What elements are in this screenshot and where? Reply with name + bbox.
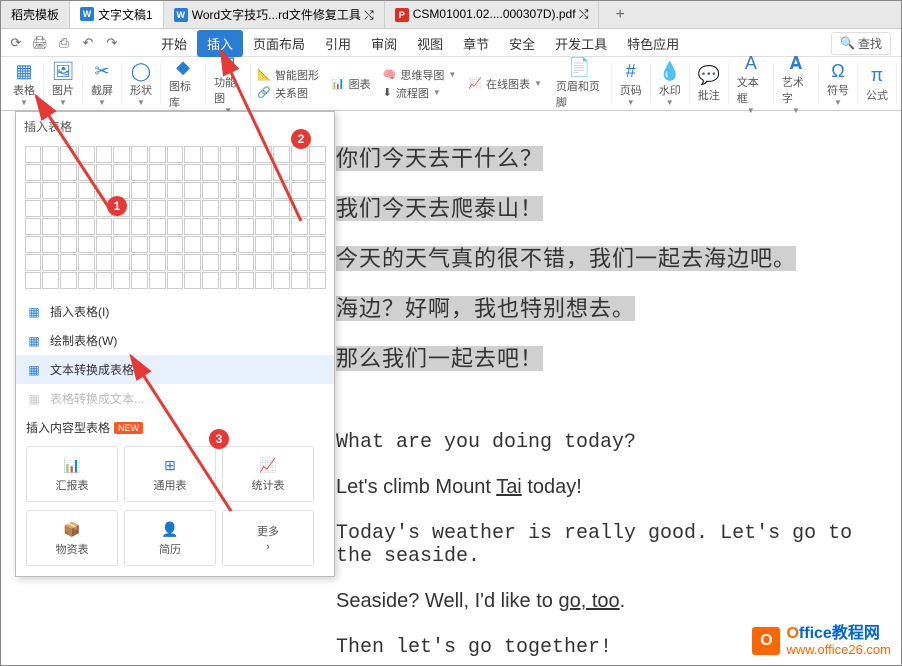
menu-insert[interactable]: 插入 <box>197 30 243 57</box>
table-grid-picker[interactable] <box>16 141 334 297</box>
menu-view[interactable]: 视图 <box>407 30 453 57</box>
stats-icon: 📈 <box>258 455 278 475</box>
card-supplies[interactable]: 📦物资表 <box>26 510 118 566</box>
doc-en-line3: Today's weather is really good. Let's go… <box>336 522 891 568</box>
picture-icon: 🖼 <box>52 61 74 82</box>
ribbon-effects[interactable]: ⊞功能图▼ <box>206 63 251 104</box>
shell-template-tab[interactable]: 稻壳模板 <box>1 1 70 28</box>
menu-special[interactable]: 特色应用 <box>617 30 689 57</box>
doc-zh-line5: 那么我们一起去吧！ <box>336 346 543 371</box>
tab-label: Word文字技巧...rd文件修复工具 ⤭ <box>192 6 374 23</box>
tab-doc1[interactable]: W 文字文稿1 <box>70 1 164 28</box>
table-icon: ▦ <box>13 61 35 82</box>
ribbon-comment[interactable]: 💬批注 <box>690 63 729 104</box>
watermark-icon: 💧 <box>659 61 681 82</box>
tab-doc3[interactable]: P CSM01001.02....000307D).pdf ⤭ <box>385 1 600 28</box>
pdf-icon: P <box>395 8 409 22</box>
watermark-logo-icon: O <box>752 627 780 655</box>
table-to-text-icon: ▦ <box>26 391 42 407</box>
tab-doc2[interactable]: W Word文字技巧...rd文件修复工具 ⤭ <box>164 1 385 28</box>
menu-references[interactable]: 引用 <box>315 30 361 57</box>
ribbon-flowchart[interactable]: ⬇ 流程图 ▼ <box>383 85 457 101</box>
header-footer-icon: 📄 <box>568 57 590 78</box>
tab-label: 文字文稿1 <box>98 6 153 23</box>
text-to-table-item[interactable]: ▦文本转换成表格... <box>16 355 334 384</box>
watermark-url: www.office26.com <box>786 643 891 657</box>
document-tabs: 稻壳模板 W 文字文稿1 W Word文字技巧...rd文件修复工具 ⤭ P C… <box>1 1 901 29</box>
word-icon: W <box>80 7 94 21</box>
annotation-badge-2: 2 <box>291 129 311 149</box>
table-dropdown: 插入表格 ▦插入表格(I) ▦绘制表格(W) ▦文本转换成表格... ▦表格转换… <box>15 111 335 577</box>
ribbon-table[interactable]: ▦表格 ▼ <box>5 63 44 104</box>
grid-icon: ⊞ <box>160 455 180 475</box>
doc-zh-line1: 你们今天去干什么？ <box>336 146 543 171</box>
ribbon-shapes[interactable]: ◯形状▼ <box>122 63 161 104</box>
formula-icon: π <box>866 65 888 87</box>
card-stats[interactable]: 📈统计表 <box>222 446 314 502</box>
word-icon: W <box>174 8 188 22</box>
ribbon-smart-shape[interactable]: 📐 智能图形 <box>257 67 319 83</box>
text-to-table-icon: ▦ <box>26 362 42 378</box>
report-icon: 📊 <box>62 455 82 475</box>
ribbon-chart[interactable]: 📊 图表 <box>331 76 371 92</box>
ribbon-icons[interactable]: ◆图标库 <box>161 63 206 104</box>
tab-label: CSM01001.02....000307D).pdf ⤭ <box>413 7 589 22</box>
comment-icon: 💬 <box>698 65 720 87</box>
card-general[interactable]: ⊞通用表 <box>124 446 216 502</box>
content-table-section: 插入内容型表格 NEW <box>16 413 334 442</box>
menu-start[interactable]: 开始 <box>151 30 197 57</box>
shapes-icon: ◯ <box>130 61 152 82</box>
card-resume[interactable]: 👤简历 <box>124 510 216 566</box>
doc-en-line1: What are you doing today? <box>336 431 891 454</box>
menu-devtools[interactable]: 开发工具 <box>545 30 617 57</box>
card-more[interactable]: 更多 › <box>222 510 314 566</box>
ribbon-header-footer[interactable]: 📄页眉和页脚 <box>548 63 612 104</box>
site-watermark: O Office教程网 www.office26.com <box>752 625 891 657</box>
icon-library-icon: ◆ <box>172 57 194 78</box>
menu-review[interactable]: 审阅 <box>361 30 407 57</box>
resume-icon: 👤 <box>160 519 180 539</box>
ribbon-page-number[interactable]: #页码▼ <box>612 63 651 104</box>
search-button[interactable]: 🔍 查找 <box>831 32 891 55</box>
draw-table-icon: ▦ <box>26 333 42 349</box>
ribbon-online-chart[interactable]: 📈 在线图表 ▼ <box>468 76 542 92</box>
ribbon-wordart[interactable]: 𝐀艺术字▼ <box>774 63 819 104</box>
doc-zh-line3: 今天的天气真的很不错，我们一起去海边吧。 <box>336 246 796 271</box>
card-report[interactable]: 📊汇报表 <box>26 446 118 502</box>
ribbon-picture[interactable]: 🖼图片▼ <box>44 63 83 104</box>
draw-table-item[interactable]: ▦绘制表格(W) <box>16 326 334 355</box>
chevron-right-icon: › <box>266 541 270 553</box>
annotation-badge-3: 3 <box>209 429 229 449</box>
insert-ribbon: ▦表格 ▼ 🖼图片▼ ✂截屏▼ ◯形状▼ ◆图标库 ⊞功能图▼ 📐 智能图形 🔗… <box>1 57 901 111</box>
menu-security[interactable]: 安全 <box>499 30 545 57</box>
insert-table-item[interactable]: ▦插入表格(I) <box>16 297 334 326</box>
new-tab-button[interactable]: + <box>599 2 640 28</box>
menu-page-layout[interactable]: 页面布局 <box>243 30 315 57</box>
new-badge: NEW <box>114 422 143 434</box>
ribbon-watermark[interactable]: 💧水印▼ <box>651 63 690 104</box>
ribbon-symbol[interactable]: Ω符号▼ <box>819 63 858 104</box>
ribbon-textbox[interactable]: A文本框▼ <box>729 63 774 104</box>
ribbon-formula[interactable]: π公式 <box>858 63 897 104</box>
screenshot-icon: ✂ <box>91 61 113 82</box>
ribbon-screenshot[interactable]: ✂截屏▼ <box>83 63 122 104</box>
ribbon-mindmap[interactable]: 🧠 思维导图 ▼ <box>383 67 457 83</box>
doc-en-line2: Let's climb Mount Tai today! <box>336 476 891 500</box>
symbol-icon: Ω <box>827 61 849 82</box>
annotation-badge-1: 1 <box>107 196 127 216</box>
table-icon: ▦ <box>26 304 42 320</box>
page-number-icon: # <box>620 61 642 82</box>
cube-icon: 📦 <box>62 519 82 539</box>
document-content: 你们今天去干什么？ 我们今天去爬泰山！ 今天的天气真的很不错，我们一起去海边吧。… <box>336 111 891 665</box>
ribbon-relation-chart[interactable]: 🔗 关系图 <box>257 85 319 101</box>
doc-zh-line4: 海边？好啊，我也特别想去。 <box>336 296 635 321</box>
doc-zh-line2: 我们今天去爬泰山！ <box>336 196 543 221</box>
dropdown-title: 插入表格 <box>16 112 334 141</box>
menu-bar: 开始 插入 页面布局 引用 审阅 视图 章节 安全 开发工具 特色应用 🔍 查找 <box>1 29 901 57</box>
table-to-text-item: ▦表格转换成文本... <box>16 384 334 413</box>
doc-en-line4: Seaside? Well, I'd like to go, too. <box>336 590 891 614</box>
menu-chapter[interactable]: 章节 <box>453 30 499 57</box>
